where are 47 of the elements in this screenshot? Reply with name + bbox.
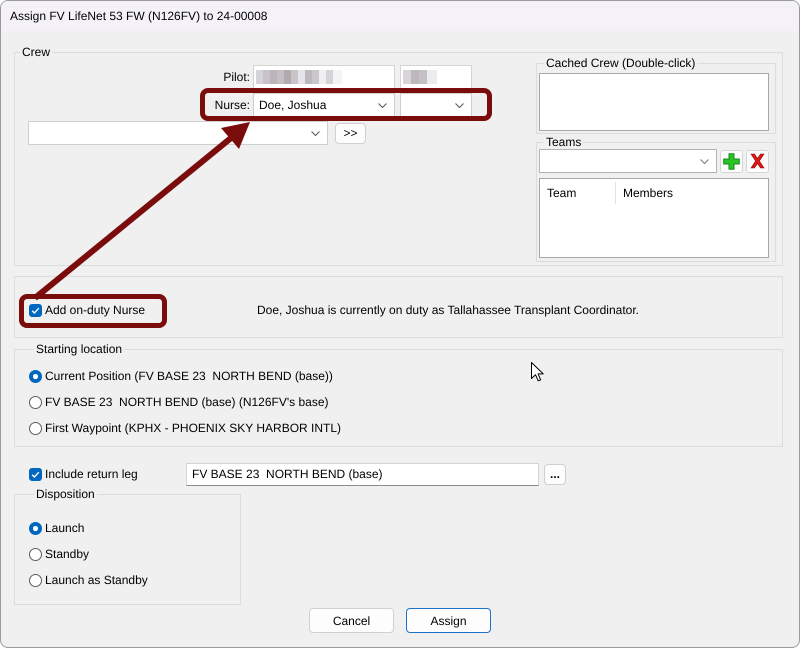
radio-label: Launch xyxy=(45,521,84,535)
duty-message: Doe, Joshua is currently on duty as Tallahassee Transplant Coordinator. xyxy=(257,303,640,317)
browse-button[interactable]: ... xyxy=(544,464,566,484)
radio-label: Launch as Standby xyxy=(45,573,148,587)
mouse-pointer-icon xyxy=(531,362,544,382)
nurse-label: Nurse: xyxy=(214,98,250,112)
radio-label: Standby xyxy=(45,547,90,561)
x-icon xyxy=(750,153,766,169)
dialog-button[interactable]: Assign xyxy=(406,608,491,633)
radio-button[interactable] xyxy=(29,574,42,586)
checkbox[interactable] xyxy=(29,468,42,480)
return-location-field[interactable]: FV BASE 23 NORTH BEND (base) xyxy=(186,462,539,486)
radio-button[interactable] xyxy=(29,522,42,534)
column-header: Team xyxy=(540,182,616,204)
window-title: Assign FV LifeNet 53 FW (N126FV) to 24-00008 xyxy=(10,9,268,23)
radio-button[interactable] xyxy=(29,396,42,408)
teams-list[interactable]: Team Members xyxy=(539,178,769,258)
add-team-button[interactable] xyxy=(720,150,744,172)
group-label: Starting location xyxy=(35,342,124,356)
radio-label: Current Position (FV BASE 23 NORTH BEND (base)) xyxy=(45,369,333,383)
pilot-label: Pilot: xyxy=(222,70,250,84)
checkbox-label: Add on-duty Nurse xyxy=(45,303,146,317)
radio-button[interactable] xyxy=(29,548,42,560)
radio-label: First Waypoint (KPHX - PHOENIX SKY HARBOR INTL) xyxy=(45,421,342,435)
chevron-down-icon xyxy=(700,158,710,164)
chevron-down-icon xyxy=(455,102,464,108)
group-label: Teams xyxy=(545,135,582,149)
chevron-down-icon xyxy=(378,102,387,108)
pilot-field[interactable] xyxy=(400,65,472,89)
role-combobox[interactable] xyxy=(400,93,472,117)
chevron-down-icon xyxy=(311,130,320,136)
group-label: Cached Crew (Double-click) xyxy=(545,56,696,70)
delete-team-button[interactable] xyxy=(746,150,770,172)
add-member-button[interactable]: >> xyxy=(335,122,366,144)
group-label: Crew xyxy=(21,45,52,59)
pilot-field[interactable] xyxy=(253,65,395,89)
plus-icon xyxy=(723,152,740,170)
group-label: Disposition xyxy=(35,487,96,501)
column-header: Members xyxy=(622,185,674,202)
crew-member-combobox[interactable] xyxy=(28,121,328,145)
checkbox[interactable] xyxy=(29,304,42,316)
checkbox-label: Include return leg xyxy=(45,467,138,481)
radio-button[interactable] xyxy=(29,370,42,382)
radio-label: FV BASE 23 NORTH BEND (base) (N126FV's base) xyxy=(45,395,328,409)
dialog-button[interactable]: Cancel xyxy=(309,608,394,633)
nurse-combobox[interactable]: Doe, Joshua xyxy=(253,93,395,117)
radio-button[interactable] xyxy=(29,422,42,434)
